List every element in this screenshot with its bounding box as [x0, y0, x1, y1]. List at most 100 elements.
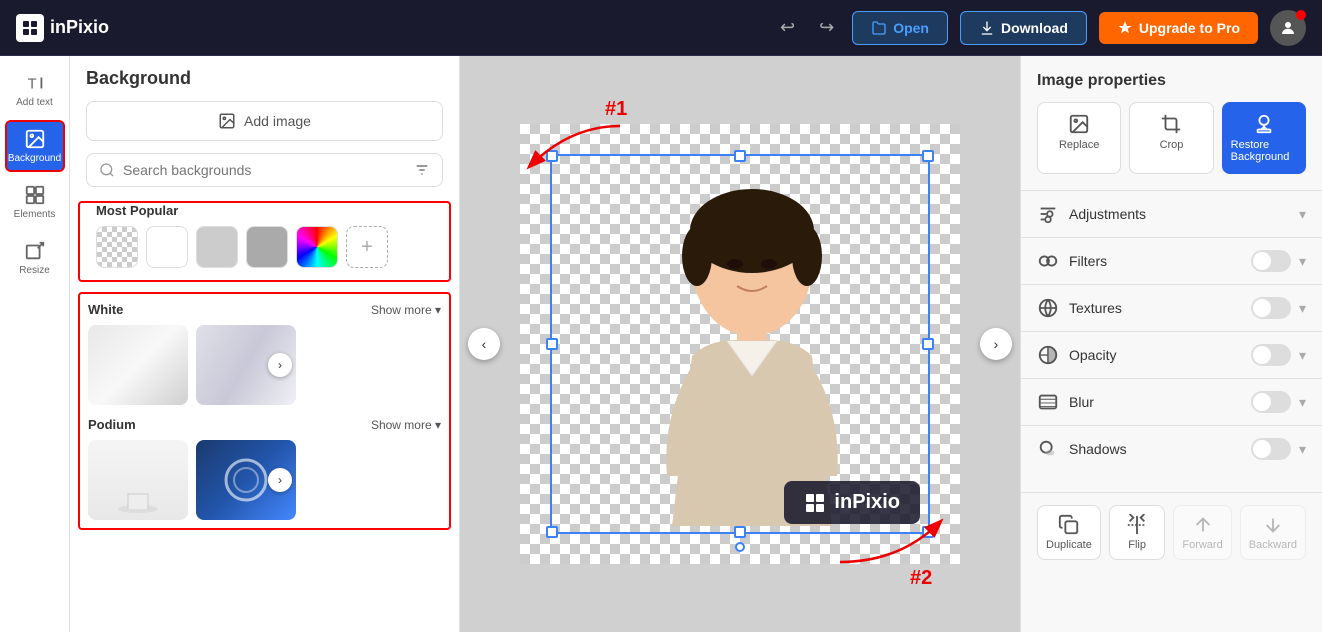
shadows-row[interactable]: Shadows ▾ — [1021, 426, 1322, 472]
open-button[interactable]: Open — [852, 11, 948, 45]
right-panel: Image properties Replace Crop Restore Ba… — [1020, 56, 1322, 632]
sidebar-item-elements[interactable]: Elements — [5, 176, 65, 228]
podium-thumb-nav[interactable]: › — [268, 468, 292, 492]
blur-row[interactable]: Blur ▾ — [1021, 379, 1322, 425]
open-label: Open — [893, 20, 929, 36]
icon-sidebar: T Add text Background Elements Resize — [0, 56, 70, 632]
watermark-icon — [804, 492, 826, 514]
podium-show-more[interactable]: Show more ▾ — [371, 418, 441, 432]
duplicate-button[interactable]: Duplicate — [1037, 505, 1101, 560]
blur-toggle[interactable] — [1251, 391, 1291, 413]
annotation-label-1: #1 — [605, 98, 627, 121]
filters-row[interactable]: Filters ▾ — [1021, 238, 1322, 284]
textures-row[interactable]: Textures ▾ — [1021, 285, 1322, 331]
sidebar-item-label-background: Background — [8, 153, 61, 164]
handle-top-mid[interactable] — [734, 150, 746, 162]
search-input[interactable] — [123, 162, 406, 178]
annotation-label-2: #2 — [910, 567, 932, 590]
restore-bg-action[interactable]: Restore Background — [1222, 102, 1306, 174]
shadows-chevron: ▾ — [1299, 441, 1306, 458]
swatch-gray2[interactable] — [246, 226, 288, 268]
bottom-actions: Duplicate Flip Forward Backward — [1021, 492, 1322, 572]
download-label: Download — [1001, 20, 1068, 36]
panel-title: Background — [70, 68, 459, 101]
filters-toggle[interactable] — [1251, 250, 1291, 272]
white-thumbs: › — [88, 325, 441, 405]
canvas-background: inPixio — [520, 124, 960, 564]
logo-icon — [16, 14, 44, 42]
background-panel: Background Add image Most Popular + — [70, 56, 460, 632]
redo-button[interactable]: ↪ — [813, 11, 840, 44]
most-popular-label: Most Popular — [96, 203, 433, 218]
shadows-toggle[interactable] — [1251, 438, 1291, 460]
blur-label: Blur — [1069, 394, 1251, 410]
upgrade-label: Upgrade to Pro — [1139, 20, 1240, 36]
handle-top-left[interactable] — [546, 150, 558, 162]
add-swatch-button[interactable]: + — [346, 226, 388, 268]
bg-categories: White Show more ▾ › Podium Show more ▾ — [78, 292, 451, 530]
sidebar-item-resize[interactable]: Resize — [5, 232, 65, 284]
replace-action[interactable]: Replace — [1037, 102, 1121, 174]
canvas-area: ‹ › — [460, 56, 1020, 632]
adjustments-row[interactable]: Adjustments ▾ — [1021, 191, 1322, 237]
opacity-chevron: ▾ — [1299, 347, 1306, 364]
handle-top-right[interactable] — [922, 150, 934, 162]
podium-thumb-1[interactable] — [88, 440, 188, 520]
watermark-text: inPixio — [834, 491, 900, 514]
handle-mid-right[interactable] — [922, 338, 934, 350]
sidebar-item-background[interactable]: Background — [5, 120, 65, 172]
white-category-header: White Show more ▾ — [88, 302, 441, 317]
user-avatar-button[interactable] — [1270, 10, 1306, 46]
sidebar-item-label-elements: Elements — [14, 209, 56, 220]
duplicate-label: Duplicate — [1046, 539, 1092, 551]
search-icon — [99, 162, 115, 178]
undo-button[interactable]: ↩ — [774, 11, 801, 44]
flip-button[interactable]: Flip — [1109, 505, 1166, 560]
podium-category-name: Podium — [88, 417, 136, 432]
opacity-row[interactable]: Opacity ▾ — [1021, 332, 1322, 378]
blur-chevron: ▾ — [1299, 394, 1306, 411]
handle-bottom-left[interactable] — [546, 526, 558, 538]
handle-mid-left[interactable] — [546, 338, 558, 350]
canvas-nav-right[interactable]: › — [980, 328, 1012, 360]
swatch-rainbow[interactable] — [296, 226, 338, 268]
topbar: inPixio ↩ ↪ Open Download Upgrade to Pro — [0, 0, 1322, 56]
swatch-transparent[interactable] — [96, 226, 138, 268]
filters-chevron: ▾ — [1299, 253, 1306, 270]
podium-thumbs: › — [88, 440, 441, 520]
textures-section: Textures ▾ — [1021, 284, 1322, 331]
podium-thumb-2[interactable]: › — [196, 440, 296, 520]
person-image — [552, 156, 932, 536]
backward-label: Backward — [1249, 539, 1297, 551]
white-show-more[interactable]: Show more ▾ — [371, 303, 441, 317]
opacity-section: Opacity ▾ — [1021, 331, 1322, 378]
upgrade-button[interactable]: Upgrade to Pro — [1099, 12, 1258, 44]
canvas-nav-left[interactable]: ‹ — [468, 328, 500, 360]
white-thumb-2[interactable]: › — [196, 325, 296, 405]
right-panel-title: Image properties — [1021, 56, 1322, 102]
opacity-label: Opacity — [1069, 347, 1251, 363]
blur-section: Blur ▾ — [1021, 378, 1322, 425]
backward-button: Backward — [1240, 505, 1306, 560]
swatch-gray1[interactable] — [196, 226, 238, 268]
handle-bottom-right[interactable] — [922, 526, 934, 538]
image-container[interactable] — [550, 154, 930, 534]
swatch-white[interactable] — [146, 226, 188, 268]
shadows-section: Shadows ▾ — [1021, 425, 1322, 472]
handle-bottom-center[interactable] — [735, 542, 745, 552]
white-thumb-nav[interactable]: › — [268, 353, 292, 377]
sidebar-item-add-text[interactable]: T Add text — [5, 64, 65, 116]
sidebar-item-label-add-text: Add text — [16, 97, 53, 108]
opacity-toggle[interactable] — [1251, 344, 1291, 366]
handle-bottom-mid[interactable] — [734, 526, 746, 538]
search-bar — [86, 153, 443, 187]
textures-toggle[interactable] — [1251, 297, 1291, 319]
crop-label: Crop — [1160, 139, 1184, 151]
white-thumb-1[interactable] — [88, 325, 188, 405]
watermark: inPixio — [784, 481, 920, 524]
crop-action[interactable]: Crop — [1129, 102, 1213, 174]
filter-icon[interactable] — [414, 162, 430, 178]
download-button[interactable]: Download — [960, 11, 1087, 45]
textures-label: Textures — [1069, 300, 1251, 316]
add-image-button[interactable]: Add image — [86, 101, 443, 141]
